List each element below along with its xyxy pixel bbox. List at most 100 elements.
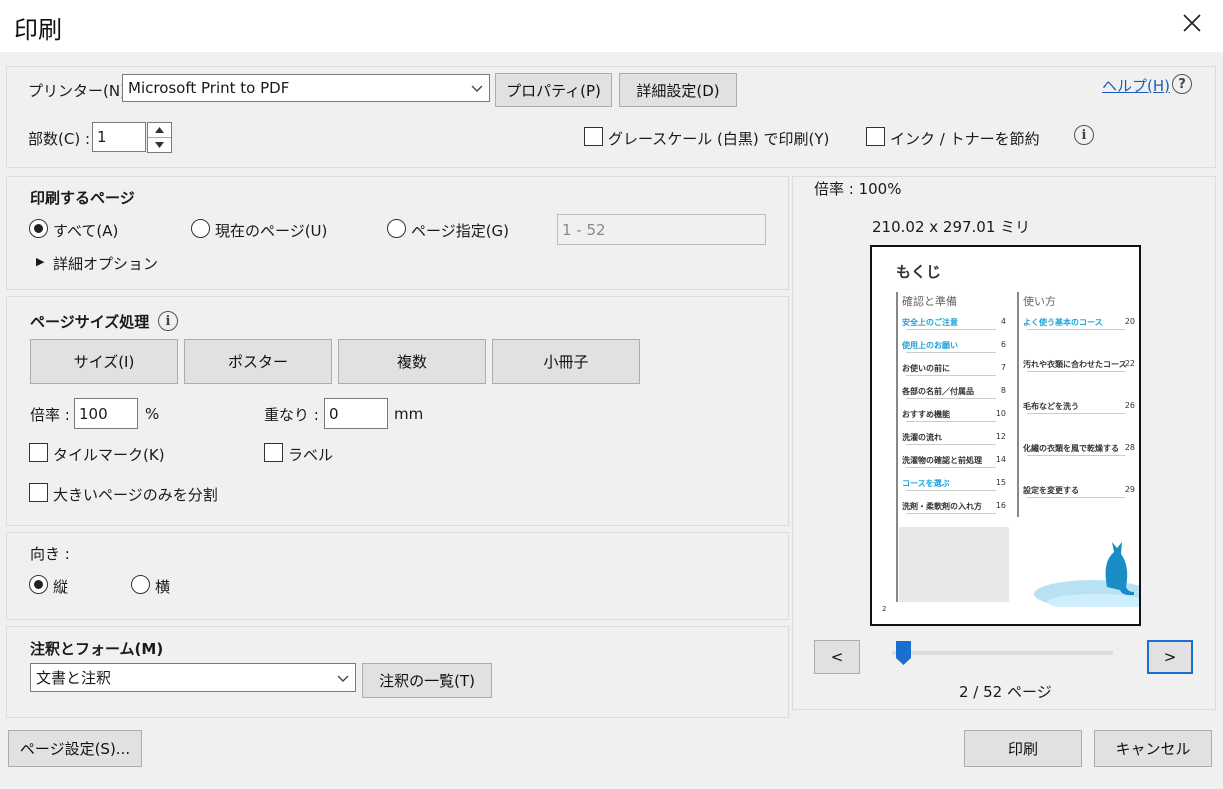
landscape-label: 横	[155, 578, 171, 596]
pages-heading: 印刷するページ	[30, 189, 135, 207]
printer-select[interactable]: Microsoft Print to PDF	[122, 74, 490, 102]
preview-toc-text: 化繊の衣類を風で乾燥する	[1023, 444, 1119, 453]
next-page-button[interactable]: >	[1147, 640, 1193, 674]
cancel-button[interactable]: キャンセル	[1094, 730, 1212, 767]
preview-toc-page: 29	[1124, 485, 1135, 494]
page-slider-track[interactable]	[892, 651, 1113, 655]
all-pages-radio[interactable]	[29, 219, 48, 238]
page-sizing-heading: ページサイズ処理	[30, 313, 150, 331]
overlap-unit: mm	[394, 405, 424, 423]
preview-wash-panel	[899, 527, 1009, 602]
preview-left-heading: 確認と準備	[902, 295, 957, 308]
page-range-input[interactable]: 1 - 52	[557, 214, 766, 245]
grayscale-checkbox[interactable]	[584, 127, 603, 146]
preview-toc-text: 設定を変更する	[1023, 486, 1079, 495]
preview-toc-page: 26	[1124, 401, 1135, 410]
labels-checkbox[interactable]	[264, 443, 283, 462]
preview-toc-item: 汚れや衣類に合わせたコース 22	[1023, 359, 1135, 372]
printer-label: プリンター(N) :	[28, 82, 136, 100]
preview-toc-page: 4	[1000, 317, 1006, 326]
stepper-up-icon[interactable]	[148, 123, 171, 138]
copies-stepper[interactable]	[147, 122, 172, 153]
help-icon[interactable]: ?	[1172, 74, 1192, 94]
preview-toc-subline	[1027, 329, 1125, 330]
preview-toc-page: 14	[995, 455, 1006, 464]
preview-toc-page: 15	[995, 478, 1006, 487]
prev-page-button[interactable]: <	[814, 640, 860, 674]
tab-multiple[interactable]: 複数	[338, 339, 486, 384]
chevron-down-icon	[471, 79, 483, 97]
preview-toc-item: 化繊の衣類を風で乾燥する 28	[1023, 443, 1135, 456]
preview-toc-subline	[906, 375, 996, 376]
preview-toc-subline	[906, 398, 996, 399]
close-icon[interactable]	[1177, 8, 1207, 38]
preview-toc-subline	[906, 329, 996, 330]
preview-toc-subline	[1027, 455, 1125, 456]
tab-booklet[interactable]: 小冊子	[492, 339, 640, 384]
landscape-radio[interactable]	[131, 575, 150, 594]
cat-illustration	[1034, 542, 1139, 607]
more-options-toggle-icon[interactable]: ▶	[36, 255, 44, 268]
printer-selected-value: Microsoft Print to PDF	[128, 79, 290, 97]
page-indicator: 2 / 52 ページ	[959, 683, 1052, 701]
copies-input[interactable]: 1	[92, 122, 146, 152]
preview-toc-item: 洗濯の流れ 12	[902, 432, 1006, 445]
preview-toc-subline	[906, 513, 996, 514]
preview-toc-subline	[906, 444, 996, 445]
comments-selected-value: 文書と注釈	[36, 669, 112, 687]
preview-right-heading: 使い方	[1023, 295, 1056, 308]
page-range-label: ページ指定(G)	[411, 222, 510, 240]
save-ink-label: インク / トナーを節約	[890, 130, 1040, 148]
current-page-radio[interactable]	[191, 219, 210, 238]
preview-toc-item: よく使う基本のコース 20	[1023, 317, 1135, 330]
preview-toc-item: 毛布などを洗う 26	[1023, 401, 1135, 414]
preview-toc-text: 安全上のご注意	[902, 318, 958, 327]
preview-toc-text: コースを選ぶ	[902, 479, 950, 488]
advanced-button[interactable]: 詳細設定(D)	[619, 73, 737, 107]
labels-label: ラベル	[288, 446, 334, 464]
preview-toc-text: よく使う基本のコース	[1023, 318, 1103, 327]
preview-toc-page: 28	[1124, 443, 1135, 452]
more-options-label[interactable]: 詳細オプション	[53, 253, 158, 274]
tab-size[interactable]: サイズ(I)	[30, 339, 178, 384]
preview-toc-text: お使いの前に	[902, 364, 950, 373]
overlap-label: 重なり :	[264, 406, 319, 424]
orientation-panel	[6, 532, 789, 620]
stepper-down-icon[interactable]	[148, 138, 171, 152]
portrait-radio[interactable]	[29, 575, 48, 594]
preview-toc-text: 洗濯物の確認と前処理	[902, 456, 982, 465]
properties-button[interactable]: プロパティ(P)	[495, 73, 612, 107]
preview-toc-page: 7	[1000, 363, 1006, 372]
info-icon[interactable]: i	[1074, 125, 1094, 145]
save-ink-checkbox[interactable]	[866, 127, 885, 146]
preview-page-number: 2	[882, 605, 887, 613]
page-range-radio[interactable]	[387, 219, 406, 238]
chevron-down-icon	[337, 669, 349, 687]
page-sizing-info-icon[interactable]: i	[158, 311, 178, 331]
preview-toc-item: おすすめ機能 10	[902, 409, 1006, 422]
dialog-title: 印刷	[14, 16, 62, 44]
overlap-input[interactable]: 0	[324, 398, 388, 429]
print-button[interactable]: 印刷	[964, 730, 1082, 767]
summarize-comments-button[interactable]: 注釈の一覧(T)	[362, 663, 492, 698]
preview-toc-item: 使用上のお願い 6	[902, 340, 1006, 353]
comments-select[interactable]: 文書と注釈	[30, 663, 356, 692]
preview-toc-text: 各部の名前／付属品	[902, 387, 974, 396]
preview-toc-item: 各部の名前／付属品 8	[902, 386, 1006, 399]
preview-toc-page: 10	[995, 409, 1006, 418]
tab-poster[interactable]: ポスター	[184, 339, 332, 384]
tile-marks-checkbox[interactable]	[29, 443, 48, 462]
page-slider-thumb[interactable]	[896, 641, 912, 665]
grayscale-label: グレースケール (白黒) で印刷(Y)	[608, 130, 830, 148]
preview-page: もくじ 確認と準備 使い方 安全上のご注意 4 使用上のお願い 6 お使いの前に 7 各部の…	[870, 245, 1141, 626]
scale-input[interactable]: 100	[74, 398, 138, 429]
scale-label: 倍率 :	[30, 406, 70, 424]
preview-toc-page: 12	[995, 432, 1006, 441]
preview-toc-subline	[906, 421, 996, 422]
split-large-checkbox[interactable]	[29, 483, 48, 502]
page-setup-button[interactable]: ページ設定(S)...	[8, 730, 142, 767]
preview-toc-subline	[906, 467, 996, 468]
help-link[interactable]: ヘルプ(H)	[1102, 75, 1170, 96]
comments-heading: 注釈とフォーム(M)	[30, 640, 164, 658]
preview-toc-page: 22	[1124, 359, 1135, 368]
